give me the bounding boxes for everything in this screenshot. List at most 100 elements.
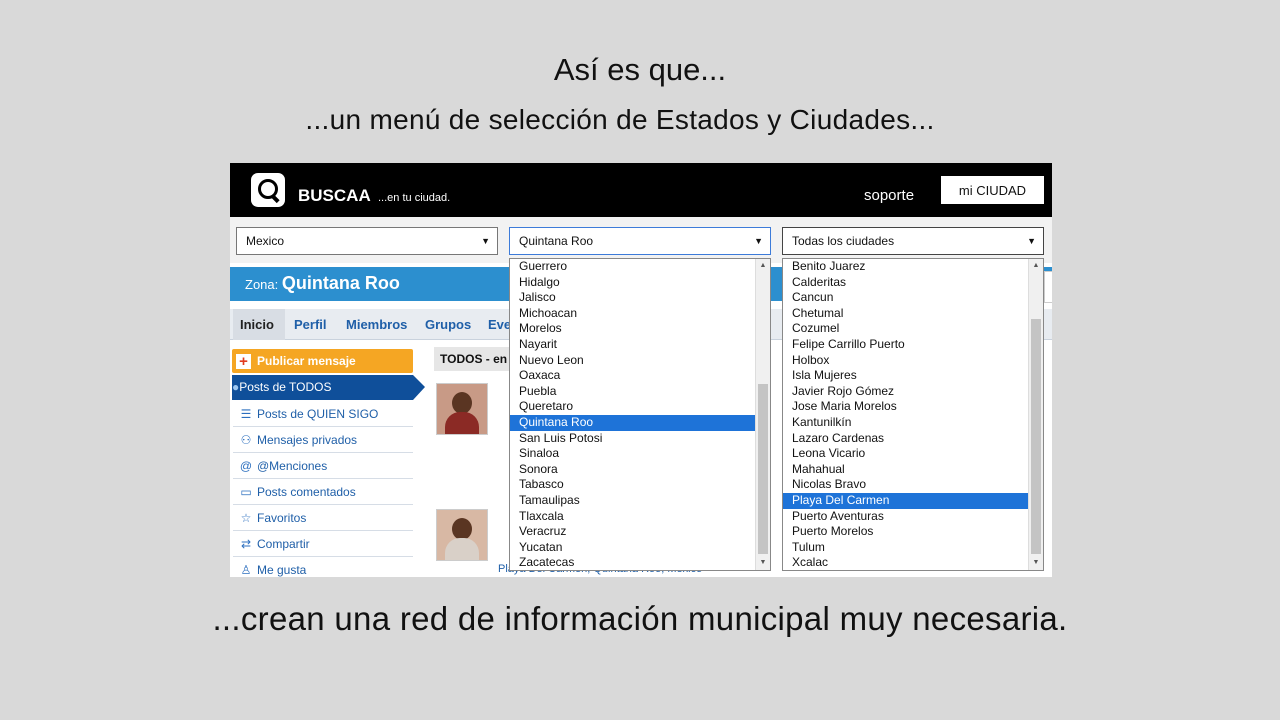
city-option[interactable]: Kantunilkín — [783, 415, 1029, 431]
city-select[interactable]: Todas los ciudades ▼ — [782, 227, 1044, 255]
sidebar-item-label: Me gusta — [257, 563, 307, 577]
state-option[interactable]: Hidalgo — [510, 275, 756, 291]
city-option[interactable]: Calderitas — [783, 275, 1029, 291]
state-scrollbar[interactable]: ▲ ▼ — [755, 259, 770, 570]
chevron-down-icon: ▼ — [481, 236, 490, 246]
scroll-down-icon[interactable]: ▼ — [756, 556, 770, 570]
sidebar-item-compartir[interactable]: ⇄ Compartir — [233, 532, 413, 557]
city-option[interactable]: Jose Maria Morelos — [783, 399, 1029, 415]
sidebar-item-mensajes[interactable]: ⚇ Mensajes privados — [233, 428, 413, 453]
state-option[interactable]: Quintana Roo — [510, 414, 756, 431]
sidebar-item-comentados[interactable]: ▭ Posts comentados — [233, 480, 413, 505]
city-option[interactable]: Mahahual — [783, 462, 1029, 478]
sidebar-item-me-gusta[interactable]: ♙ Me gusta — [233, 558, 413, 577]
at-icon: @ — [239, 459, 253, 473]
state-options: Guerrero Hidalgo Jalisco Michoacan Morelos Na… — [510, 259, 756, 570]
state-option[interactable]: Yucatan — [510, 540, 756, 556]
state-option[interactable]: Michoacan — [510, 306, 756, 322]
city-scrollbar[interactable]: ▲ ▼ — [1028, 259, 1043, 570]
state-dropdown-list[interactable]: Guerrero Hidalgo Jalisco Michoacan Morelos Na… — [509, 258, 771, 571]
state-option[interactable]: Tamaulipas — [510, 493, 756, 509]
state-option[interactable]: Puebla — [510, 384, 756, 400]
slide-subtitle: ...un menú de selección de Estados y Ciu… — [305, 104, 935, 135]
tab-perfil[interactable]: Perfil — [294, 317, 327, 332]
state-option[interactable]: San Luis Potosi — [510, 431, 756, 447]
tab-eventos[interactable]: Eve — [488, 317, 511, 332]
right-panel-edge — [1044, 271, 1052, 303]
sidebar-item-label: Posts comentados — [257, 485, 356, 499]
publish-message-button[interactable]: + Publicar mensaje — [232, 349, 413, 373]
city-option[interactable]: Benito Juarez — [783, 259, 1029, 275]
state-option[interactable]: Queretaro — [510, 399, 756, 415]
zone-name: Quintana Roo — [281, 273, 400, 293]
top-bar: BUSCAA ...en tu ciudad. soporte mi CIUDA… — [230, 163, 1052, 217]
comment-icon: ▭ — [240, 485, 252, 499]
users-icon: ⚇ — [240, 433, 252, 447]
scroll-down-icon[interactable]: ▼ — [1029, 556, 1043, 570]
state-option[interactable]: Sonora — [510, 462, 756, 478]
state-option[interactable]: Jalisco — [510, 290, 756, 306]
sidebar-item-menciones[interactable]: @ @Menciones — [233, 454, 413, 479]
sidebar-item-label: @Menciones — [257, 459, 328, 473]
state-option[interactable]: Morelos — [510, 321, 756, 337]
state-select[interactable]: Quintana Roo ▼ — [509, 227, 771, 255]
scroll-up-icon[interactable]: ▲ — [1029, 259, 1043, 273]
slide-caption: ...crean una red de información municipa… — [212, 600, 1068, 637]
city-option[interactable]: Nicolas Bravo — [783, 477, 1029, 493]
state-select-value: Quintana Roo — [519, 234, 594, 248]
my-city-button[interactable]: mi CIUDAD — [941, 176, 1044, 204]
sidebar-item-posts-todos[interactable]: ●Posts de TODOS — [232, 375, 413, 400]
city-option[interactable]: Playa Del Carmen — [783, 492, 1029, 509]
city-option[interactable]: Felipe Carrillo Puerto — [783, 337, 1029, 353]
sidebar-item-label: Posts de TODOS — [239, 380, 332, 394]
country-select[interactable]: Mexico ▼ — [236, 227, 498, 255]
sidebar-item-favoritos[interactable]: ☆ Favoritos — [233, 506, 413, 531]
state-option[interactable]: Oaxaca — [510, 368, 756, 384]
country-select-value: Mexico — [246, 234, 285, 248]
avatar[interactable] — [436, 383, 488, 435]
brand-name[interactable]: BUSCAA — [298, 186, 371, 206]
screenshot-panel: BUSCAA ...en tu ciudad. soporte mi CIUDA… — [230, 163, 1052, 577]
state-option[interactable]: Veracruz — [510, 524, 756, 540]
city-option[interactable]: Xcalac — [783, 555, 1029, 570]
city-option[interactable]: Tulum — [783, 540, 1029, 556]
tab-inicio[interactable]: Inicio — [240, 317, 274, 332]
city-option[interactable]: Holbox — [783, 353, 1029, 369]
sidebar-item-quien-sigo[interactable]: ☰ Posts de QUIEN SIGO — [233, 402, 413, 427]
city-option[interactable]: Puerto Aventuras — [783, 509, 1029, 525]
tab-grupos[interactable]: Grupos — [425, 317, 471, 332]
city-options: Benito Juarez Calderitas Cancun Chetumal Coz… — [783, 259, 1029, 570]
search-logo-icon[interactable] — [251, 173, 285, 207]
feed-header: TODOS - en — [434, 347, 520, 371]
location-select-bar: Mexico ▼ Quintana Roo ▼ Todas los ciudades… — [230, 217, 1052, 263]
state-option[interactable]: Zacatecas — [510, 555, 756, 570]
city-select-value: Todas los ciudades — [792, 234, 895, 248]
city-option[interactable]: Javier Rojo Gómez — [783, 384, 1029, 400]
sidebar-item-label: Mensajes privados — [257, 433, 358, 447]
avatar[interactable] — [436, 509, 488, 561]
state-option[interactable]: Nuevo Leon — [510, 353, 756, 369]
support-link[interactable]: soporte — [864, 187, 914, 204]
scroll-thumb[interactable] — [758, 384, 768, 554]
state-option[interactable]: Tabasco — [510, 477, 756, 493]
city-option[interactable]: Cozumel — [783, 321, 1029, 337]
tab-miembros[interactable]: Miembros — [346, 317, 407, 332]
zone-label: Zona: — [245, 277, 279, 292]
city-option[interactable]: Cancun — [783, 290, 1029, 306]
city-option[interactable]: Isla Mujeres — [783, 368, 1029, 384]
active-pointer — [413, 375, 425, 400]
city-option[interactable]: Chetumal — [783, 306, 1029, 322]
retweet-icon: ⇄ — [240, 537, 252, 551]
scroll-up-icon[interactable]: ▲ — [756, 259, 770, 273]
scroll-thumb[interactable] — [1031, 319, 1041, 554]
state-option[interactable]: Sinaloa — [510, 446, 756, 462]
city-option[interactable]: Leona Vicario — [783, 446, 1029, 462]
city-dropdown-list[interactable]: Benito Juarez Calderitas Cancun Chetumal Coz… — [782, 258, 1044, 571]
sidebar-item-label: Compartir — [257, 537, 310, 551]
city-option[interactable]: Puerto Morelos — [783, 524, 1029, 540]
city-option[interactable]: Lazaro Cardenas — [783, 431, 1029, 447]
star-icon: ☆ — [240, 511, 252, 525]
state-option[interactable]: Nayarit — [510, 337, 756, 353]
state-option[interactable]: Guerrero — [510, 259, 756, 275]
state-option[interactable]: Tlaxcala — [510, 509, 756, 525]
